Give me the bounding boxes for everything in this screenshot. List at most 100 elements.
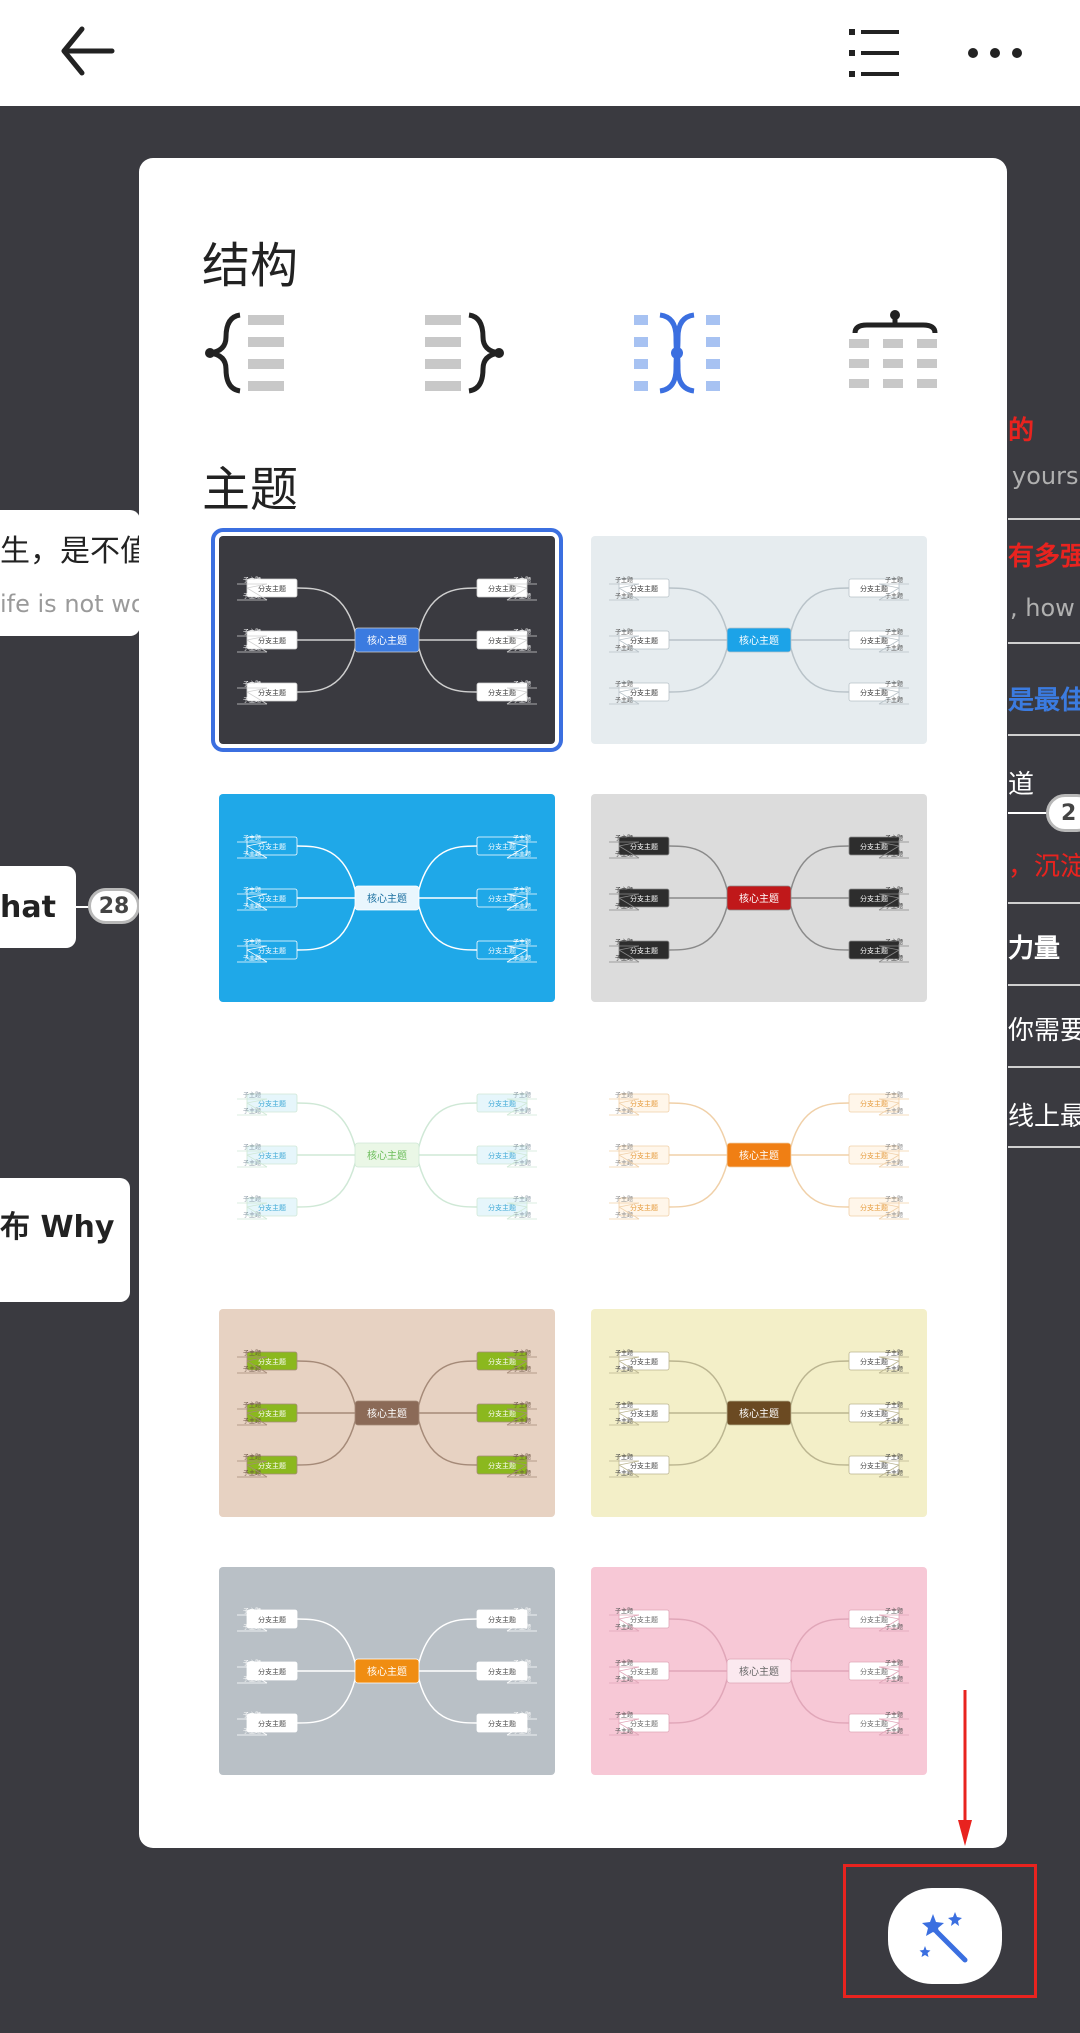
- structure-section-title: 结构: [202, 238, 299, 294]
- core-topic-label: 核心主题: [367, 1149, 407, 1162]
- more-button[interactable]: [955, 0, 1035, 106]
- back-button[interactable]: [40, 0, 130, 106]
- topic-text: hat: [0, 890, 56, 925]
- sub-topic-label: 子主题: [243, 1417, 261, 1425]
- sub-topic-label: 子主题: [243, 1195, 261, 1203]
- sub-topic-label: 子主题: [513, 1159, 531, 1167]
- sub-topic-label: 子主题: [885, 644, 903, 652]
- badge-count: 28: [98, 893, 130, 919]
- topic-subtext: ife is not wor: [0, 590, 156, 618]
- sub-topic-label: 子主题: [615, 954, 633, 962]
- collapse-count-badge[interactable]: 2: [1046, 794, 1080, 832]
- sub-topic-label: 子主题: [243, 1365, 261, 1373]
- sub-topic-label: 子主题: [885, 1469, 903, 1477]
- back-arrow-icon: [61, 26, 115, 76]
- sub-topic-label: 子主题: [243, 1623, 261, 1631]
- sub-topic-label: 子主题: [513, 1659, 531, 1667]
- sub-topic-label: 子主题: [513, 628, 531, 636]
- structure-option-org-chart[interactable]: [847, 303, 967, 403]
- sub-topic-label: 子主题: [513, 1623, 531, 1631]
- sub-topic-label: 子主题: [513, 1675, 531, 1683]
- core-topic-label: 核心主题: [739, 634, 779, 647]
- sub-topic-label: 子主题: [513, 1349, 531, 1357]
- sub-topic-label: 子主题: [513, 1727, 531, 1735]
- sub-topic-label: 子主题: [513, 1211, 531, 1219]
- theme-preview: 核心主题分支主题子主题子主题分支主题子主题子主题分支主题子主题子主题分支主题子主…: [219, 1051, 555, 1259]
- sub-topic-label: 子主题: [615, 1159, 633, 1167]
- sub-topic-label: 子主题: [615, 628, 633, 636]
- sub-topic-label: 子主题: [513, 1417, 531, 1425]
- divider: [1008, 902, 1080, 904]
- theme-preview: 核心主题分支主题子主题子主题分支主题子主题子主题分支主题子主题子主题分支主题子主…: [219, 1309, 555, 1517]
- sub-topic-label: 子主题: [243, 696, 261, 704]
- sub-topic-label: 子主题: [885, 834, 903, 842]
- topic-subtext: , how s: [1010, 594, 1080, 622]
- sub-topic-label: 子主题: [615, 1365, 633, 1373]
- sub-topic-label: 子主题: [615, 1607, 633, 1615]
- sub-topic-label: 子主题: [243, 1401, 261, 1409]
- sub-topic-label: 子主题: [243, 576, 261, 584]
- sub-topic-label: 子主题: [615, 886, 633, 894]
- sub-topic-label: 子主题: [885, 1659, 903, 1667]
- structure-option-right[interactable]: [417, 303, 537, 403]
- theme-option-slate-orange[interactable]: 核心主题 分支主题 子主题 子主题 分支主题 子主题 子主题 分支主题 子主题 子主题 分支主题 子主…: [219, 1567, 555, 1775]
- sub-topic-label: 子主题: [885, 1365, 903, 1373]
- sub-topic-label: 子主题: [513, 954, 531, 962]
- sub-topic-label: 子主题: [885, 954, 903, 962]
- theme-option-sky-blue[interactable]: 核心主题 分支主题 子主题 子主题 分支主题 子主题 子主题 分支主题 子主题 子主题 分支主题 子主…: [219, 794, 555, 1002]
- core-topic-label: 核心主题: [367, 1665, 407, 1678]
- sub-topic-label: 子主题: [885, 696, 903, 704]
- outline-button[interactable]: [835, 0, 915, 106]
- sub-topic-label: 子主题: [885, 886, 903, 894]
- sub-topic-label: 子主题: [513, 886, 531, 894]
- topic-subtext: yours.: [1012, 462, 1080, 490]
- sub-topic-label: 子主题: [513, 680, 531, 688]
- sub-topic-label: 子主题: [885, 1453, 903, 1461]
- sub-topic-label: 子主题: [885, 1107, 903, 1115]
- sub-topic-label: 子主题: [615, 592, 633, 600]
- sub-topic-label: 子主题: [615, 644, 633, 652]
- sub-topic-label: 子主题: [885, 1349, 903, 1357]
- divider: [1008, 518, 1080, 520]
- theme-option-cream-brown[interactable]: 核心主题 分支主题 子主题 子主题 分支主题 子主题 子主题 分支主题 子主题 子主题 分支主题 子主…: [591, 1309, 927, 1517]
- sub-topic-label: 子主题: [513, 1469, 531, 1477]
- sub-topic-label: 子主题: [513, 1195, 531, 1203]
- sub-topic-label: 子主题: [885, 1401, 903, 1409]
- sub-topic-label: 子主题: [885, 680, 903, 688]
- theme-option-dark[interactable]: 核心主题 分支主题 子主题 子主题 分支主题 子主题 子主题 分支主题 子主题 子主题 分支主题 子主…: [211, 528, 563, 752]
- structure-option-both-sides[interactable]: [632, 303, 752, 403]
- both-sides-structure-icon: [634, 312, 720, 394]
- topic-text: 有多强: [1008, 542, 1080, 572]
- theme-option-orange-outline[interactable]: 核心主题 分支主题 子主题 子主题 分支主题 子主题 子主题 分支主题 子主题 子主题 分支主题 子主…: [591, 1051, 927, 1259]
- sub-topic-label: 子主题: [243, 1607, 261, 1615]
- sub-topic-label: 子主题: [513, 1607, 531, 1615]
- structure-option-left[interactable]: [202, 303, 322, 403]
- collapse-count-badge[interactable]: 28: [88, 888, 140, 924]
- theme-option-mint-outline[interactable]: 核心主题 分支主题 子主题 子主题 分支主题 子主题 子主题 分支主题 子主题 子主题 分支主题 子主…: [219, 1051, 555, 1259]
- theme-preview: 核心主题分支主题子主题子主题分支主题子主题子主题分支主题子主题子主题分支主题子主…: [219, 1567, 555, 1775]
- theme-option-tan-green[interactable]: 核心主题 分支主题 子主题 子主题 分支主题 子主题 子主题 分支主题 子主题 子主题 分支主题 子主…: [219, 1309, 555, 1517]
- divider: [1008, 734, 1080, 736]
- sub-topic-label: 子主题: [243, 680, 261, 688]
- sub-topic-label: 子主题: [615, 1091, 633, 1099]
- topic-text: 布 Why: [0, 1210, 115, 1245]
- sub-topic-label: 子主题: [885, 1727, 903, 1735]
- sub-topic-label: 子主题: [615, 1401, 633, 1409]
- badge-count: 2: [1061, 800, 1077, 826]
- topic-text: ，沉淀: [1008, 852, 1080, 882]
- sub-topic-label: 子主题: [615, 1453, 633, 1461]
- theme-preview: 核心主题分支主题子主题子主题分支主题子主题子主题分支主题子主题子主题分支主题子主…: [219, 794, 555, 1002]
- sub-topic-label: 子主题: [243, 1159, 261, 1167]
- sub-topic-label: 子主题: [243, 834, 261, 842]
- topic-text: 生，是不值: [0, 534, 150, 569]
- sub-topic-label: 子主题: [513, 1453, 531, 1461]
- theme-option-pink[interactable]: 核心主题 分支主题 子主题 子主题 分支主题 子主题 子主题 分支主题 子主题 子主题 分支主题 子主…: [591, 1567, 927, 1775]
- sub-topic-label: 子主题: [885, 850, 903, 858]
- sub-topic-label: 子主题: [615, 834, 633, 842]
- theme-option-gray-red[interactable]: 核心主题 分支主题 子主题 子主题 分支主题 子主题 子主题 分支主题 子主题 子主题 分支主题 子主…: [591, 794, 927, 1002]
- sub-topic-label: 子主题: [615, 576, 633, 584]
- sub-topic-label: 子主题: [615, 1349, 633, 1357]
- sub-topic-label: 子主题: [243, 938, 261, 946]
- left-structure-icon: [205, 312, 284, 394]
- theme-option-light-gray[interactable]: 核心主题 分支主题 子主题 子主题 分支主题 子主题 子主题 分支主题 子主题 子主题 分支主题 子主…: [591, 536, 927, 744]
